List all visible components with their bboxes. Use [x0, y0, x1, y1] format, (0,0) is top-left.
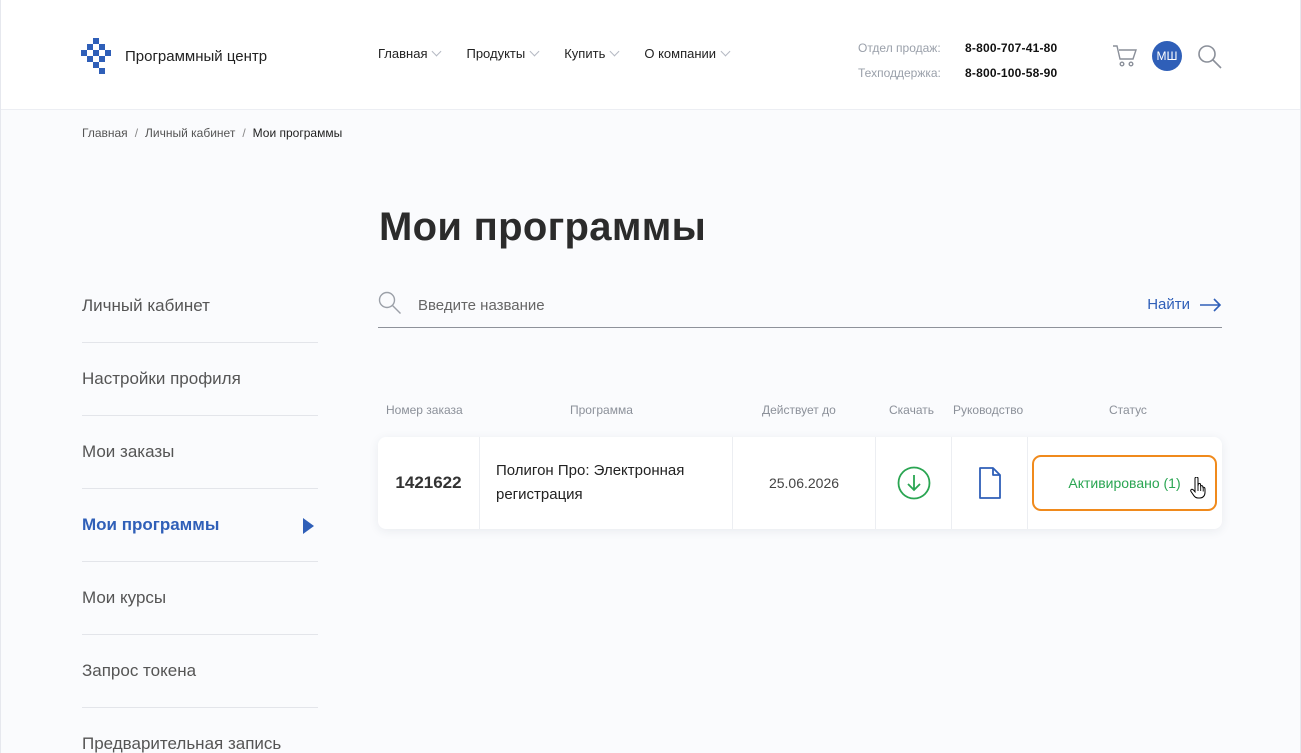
- column-header-order: Номер заказа: [386, 403, 463, 417]
- logo-icon: [81, 38, 111, 74]
- breadcrumb-separator: /: [242, 126, 246, 140]
- breadcrumb-current: Мои программы: [252, 126, 343, 140]
- nav-item-buy[interactable]: Купить: [564, 46, 620, 61]
- main-nav: Главная Продукты Купить О компании: [378, 46, 755, 61]
- chevron-down-icon: [609, 46, 620, 57]
- chevron-down-icon: [720, 46, 731, 57]
- column-header-manual: Руководство: [953, 403, 1024, 417]
- valid-until-cell: 25.06.2026: [733, 437, 876, 529]
- nav-item-label: Купить: [564, 46, 606, 61]
- find-button[interactable]: Найти: [1147, 296, 1222, 313]
- chevron-down-icon: [529, 46, 540, 57]
- sidebar-item-label: Личный кабинет: [82, 296, 210, 315]
- status-text: Активировано (1): [1068, 475, 1181, 491]
- breadcrumb-cabinet[interactable]: Личный кабинет: [145, 126, 235, 140]
- table-row: 1421622 Полигон Про: Электронная регистр…: [378, 437, 1222, 529]
- cart-icon: [1113, 45, 1137, 67]
- program-cell: Полигон Про: Электронная регистрация: [480, 437, 733, 529]
- avatar[interactable]: МШ: [1152, 41, 1182, 71]
- nav-item-label: Продукты: [466, 46, 526, 61]
- sidebar-item-label: Запрос токена: [82, 661, 197, 680]
- breadcrumb-home[interactable]: Главная: [82, 126, 128, 140]
- sidebar-item-appointment[interactable]: Предварительная запись: [82, 708, 318, 753]
- sidebar-item-programs[interactable]: Мои программы: [82, 489, 318, 562]
- nav-item-label: Главная: [378, 46, 428, 61]
- support-contact: Техподдержка: 8-800-100-58-90: [858, 60, 1057, 85]
- sales-phone[interactable]: 8-800-707-41-80: [965, 41, 1057, 55]
- contacts: Отдел продаж: 8-800-707-41-80 Техподдерж…: [858, 35, 1057, 85]
- logo[interactable]: Программный центр: [81, 38, 267, 74]
- column-header-valid-until: Действует до: [762, 403, 836, 417]
- support-label: Техподдержка:: [858, 65, 941, 80]
- search-icon: [1198, 45, 1222, 69]
- program-search: Найти: [378, 287, 1222, 328]
- triangle-right-icon: [303, 518, 314, 534]
- sidebar-item-label: Мои программы: [82, 515, 220, 534]
- arrow-right-icon: [1200, 297, 1222, 312]
- document-icon[interactable]: [978, 467, 1002, 499]
- header-search-button[interactable]: [1197, 44, 1223, 75]
- page: Программный центр Главная Продукты Купит…: [0, 0, 1301, 753]
- column-header-download: Скачать: [889, 403, 934, 417]
- sidebar-item-courses[interactable]: Мои курсы: [82, 562, 318, 635]
- search-icon: [378, 291, 401, 314]
- site-header: Программный центр Главная Продукты Купит…: [1, 0, 1300, 110]
- cart-button[interactable]: [1112, 44, 1138, 73]
- brand-name: Программный центр: [125, 47, 268, 65]
- sidebar-item-label: Мои заказы: [82, 442, 175, 461]
- column-header-status: Статус: [1109, 403, 1147, 417]
- order-number: 1421622: [395, 473, 462, 492]
- nav-item-home[interactable]: Главная: [378, 46, 442, 61]
- manual-cell: [952, 437, 1028, 529]
- nav-item-about[interactable]: О компании: [644, 46, 731, 61]
- sidebar-item-token-request[interactable]: Запрос токена: [82, 635, 318, 708]
- download-icon[interactable]: [897, 466, 931, 500]
- sidebar-item-orders[interactable]: Мои заказы: [82, 416, 318, 489]
- download-cell: [876, 437, 952, 529]
- sidebar-item-label: Предварительная запись: [82, 734, 282, 753]
- support-phone[interactable]: 8-800-100-58-90: [965, 66, 1057, 80]
- program-name: Полигон Про: Электронная регистрация: [496, 462, 685, 503]
- hand-pointer-icon: [1190, 477, 1206, 499]
- valid-until-date: 25.06.2026: [768, 475, 840, 491]
- find-button-label: Найти: [1147, 296, 1190, 313]
- sidebar-item-label: Мои курсы: [82, 588, 167, 607]
- breadcrumb-separator: /: [134, 126, 139, 140]
- sales-label: Отдел продаж:: [858, 40, 941, 55]
- order-cell: 1421622: [378, 437, 480, 529]
- search-input[interactable]: [418, 293, 1018, 317]
- nav-item-products[interactable]: Продукты: [466, 46, 540, 61]
- nav-item-label: О компании: [644, 46, 717, 61]
- sidebar-item-label: Настройки профиля: [82, 369, 241, 388]
- sales-contact: Отдел продаж: 8-800-707-41-80: [858, 35, 1057, 60]
- column-header-program: Программа: [570, 403, 633, 417]
- sidebar-item-profile-settings[interactable]: Настройки профиля: [82, 343, 318, 416]
- page-title: Мои программы: [379, 205, 707, 249]
- sidebar-item-cabinet[interactable]: Личный кабинет: [82, 270, 318, 343]
- breadcrumb: Главная / Личный кабинет / Мои программы: [82, 126, 342, 140]
- chevron-down-icon: [432, 46, 442, 57]
- sidebar: Личный кабинет Настройки профиля Мои зак…: [82, 270, 318, 753]
